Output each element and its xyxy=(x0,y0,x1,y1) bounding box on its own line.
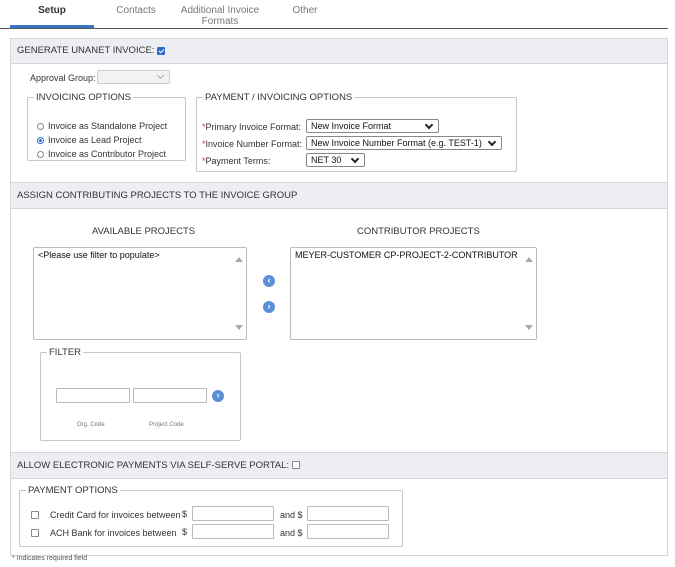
invoicing-options-group: INVOICING OPTIONS Invoice as Standalone … xyxy=(27,92,186,161)
filter-legend: FILTER xyxy=(49,347,82,358)
active-tab-indicator xyxy=(10,25,94,28)
scrollbar[interactable] xyxy=(522,248,536,339)
option-lead-label: Invoice as Lead Project xyxy=(48,135,142,145)
primary-invoice-format-select[interactable]: New Invoice Format xyxy=(306,119,439,133)
credit-card-max-input[interactable] xyxy=(307,506,389,521)
tab-other[interactable]: Other xyxy=(280,5,330,16)
primary-invoice-format-label: *Primary Invoice Format: xyxy=(202,122,302,132)
required-note-text: Indicates required field xyxy=(16,555,88,562)
setup-panel: GENERATE UNANET INVOICE: Approval Group:… xyxy=(10,38,668,556)
invoice-number-format-value: New Invoice Number Format (e.g. TEST-1) xyxy=(311,138,482,148)
filter-group: FILTER › Org. Code Project Code xyxy=(40,347,241,441)
payment-terms-label: *Payment Terms: xyxy=(202,156,271,166)
payment-options-group: PAYMENT OPTIONS Credit Card for invoices… xyxy=(19,485,403,547)
chevron-down-icon xyxy=(156,71,165,80)
ach-bank-checkbox[interactable] xyxy=(31,529,39,537)
radio-contributor[interactable] xyxy=(37,151,44,158)
payment-invoicing-options-group: PAYMENT / INVOICING OPTIONS *Primary Inv… xyxy=(196,92,517,172)
generate-label: GENERATE UNANET INVOICE: xyxy=(17,45,155,56)
chevron-right-icon: › xyxy=(267,301,271,311)
required-field-note: * Indicates required field xyxy=(12,555,87,562)
list-item[interactable]: MEYER-CUSTOMER CP-PROJECT-2-CONTRIBUTOR xyxy=(291,248,536,262)
option-contributor-label: Invoice as Contributor Project xyxy=(48,149,167,159)
ach-bank-min-currency: $ xyxy=(182,527,188,537)
tab-additional-invoice-formats[interactable]: Additional Invoice Formats xyxy=(172,5,268,27)
available-projects-title: AVAILABLE PROJECTS xyxy=(92,226,196,237)
scroll-up-icon[interactable] xyxy=(235,257,243,262)
credit-card-checkbox[interactable] xyxy=(31,511,39,519)
electronic-payments-checkbox[interactable] xyxy=(292,461,301,470)
ach-bank-min-input[interactable] xyxy=(192,524,274,539)
option-standalone-label: Invoice as Standalone Project xyxy=(48,121,168,131)
ach-bank-and-label: and $ xyxy=(280,528,303,538)
scroll-up-icon[interactable] xyxy=(525,257,533,262)
move-right-button[interactable]: › xyxy=(263,301,275,313)
chevron-left-icon: ‹ xyxy=(267,275,271,285)
invoice-number-format-label: *Invoice Number Format: xyxy=(202,139,303,149)
credit-card-min-currency: $ xyxy=(182,509,188,519)
payment-invoicing-legend: PAYMENT / INVOICING OPTIONS xyxy=(205,92,353,103)
assign-section-header: ASSIGN CONTRIBUTING PROJECTS TO THE INVO… xyxy=(11,182,667,209)
chevron-down-icon xyxy=(487,137,497,147)
contributor-projects-title: CONTRIBUTOR PROJECTS xyxy=(357,226,480,237)
generate-section-header: GENERATE UNANET INVOICE: xyxy=(11,39,667,64)
contributor-projects-list[interactable]: MEYER-CUSTOMER CP-PROJECT-2-CONTRIBUTOR xyxy=(290,247,537,340)
chevron-down-icon xyxy=(424,120,434,130)
credit-card-label: Credit Card for invoices between xyxy=(50,510,181,520)
tab-bar: Setup Contacts Additional Invoice Format… xyxy=(0,0,668,29)
scroll-down-icon[interactable] xyxy=(525,325,533,330)
required-marker: * xyxy=(12,555,15,562)
payment-options-legend: PAYMENT OPTIONS xyxy=(28,485,118,496)
radio-standalone[interactable] xyxy=(37,123,44,130)
payment-terms-value: NET 30 xyxy=(311,155,342,165)
chevron-right-icon: › xyxy=(216,390,220,400)
list-item[interactable]: <Please use filter to populate> xyxy=(34,248,246,262)
payment-terms-select[interactable]: NET 30 xyxy=(306,153,365,167)
primary-invoice-format-value: New Invoice Format xyxy=(311,121,392,131)
org-code-caption: Org. Code xyxy=(77,422,105,428)
move-left-button[interactable]: ‹ xyxy=(263,275,275,287)
invoicing-options-legend: INVOICING OPTIONS xyxy=(36,92,132,103)
ach-bank-max-input[interactable] xyxy=(307,524,389,539)
org-code-input[interactable] xyxy=(56,388,130,403)
credit-card-and-label: and $ xyxy=(280,510,303,520)
invoice-number-format-select[interactable]: New Invoice Number Format (e.g. TEST-1) xyxy=(306,136,502,150)
project-code-caption: Project Code xyxy=(149,422,184,428)
tab-contacts[interactable]: Contacts xyxy=(104,5,168,16)
approval-group-label: Approval Group: xyxy=(30,73,96,83)
electronic-payments-section-header: ALLOW ELECTRONIC PAYMENTS VIA SELF-SERVE… xyxy=(11,452,667,479)
project-code-input[interactable] xyxy=(133,388,207,403)
assign-label: ASSIGN CONTRIBUTING PROJECTS TO THE INVO… xyxy=(17,190,298,201)
tab-setup[interactable]: Setup xyxy=(10,5,94,16)
chevron-down-icon xyxy=(350,154,360,164)
electronic-payments-label: ALLOW ELECTRONIC PAYMENTS VIA SELF-SERVE… xyxy=(17,460,290,471)
ach-bank-label: ACH Bank for invoices between xyxy=(50,528,177,538)
scroll-down-icon[interactable] xyxy=(235,325,243,330)
available-projects-list[interactable]: <Please use filter to populate> xyxy=(33,247,247,340)
generate-invoice-checkbox[interactable] xyxy=(157,47,166,55)
scrollbar[interactable] xyxy=(232,248,246,339)
filter-search-button[interactable]: › xyxy=(212,390,224,402)
approval-group-select[interactable] xyxy=(97,70,170,84)
radio-lead[interactable] xyxy=(37,137,44,144)
credit-card-min-input[interactable] xyxy=(192,506,274,521)
